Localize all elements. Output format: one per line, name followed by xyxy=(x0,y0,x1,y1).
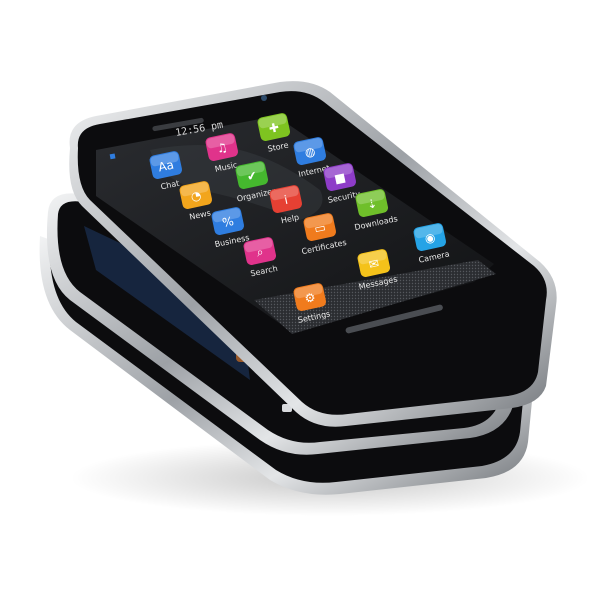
status-dot xyxy=(109,153,116,160)
product-photo-smartphones: Se 12:56 pm AaChat♫Music✚Store◔News✔Orga… xyxy=(39,81,590,516)
front-camera-icon xyxy=(261,95,267,101)
